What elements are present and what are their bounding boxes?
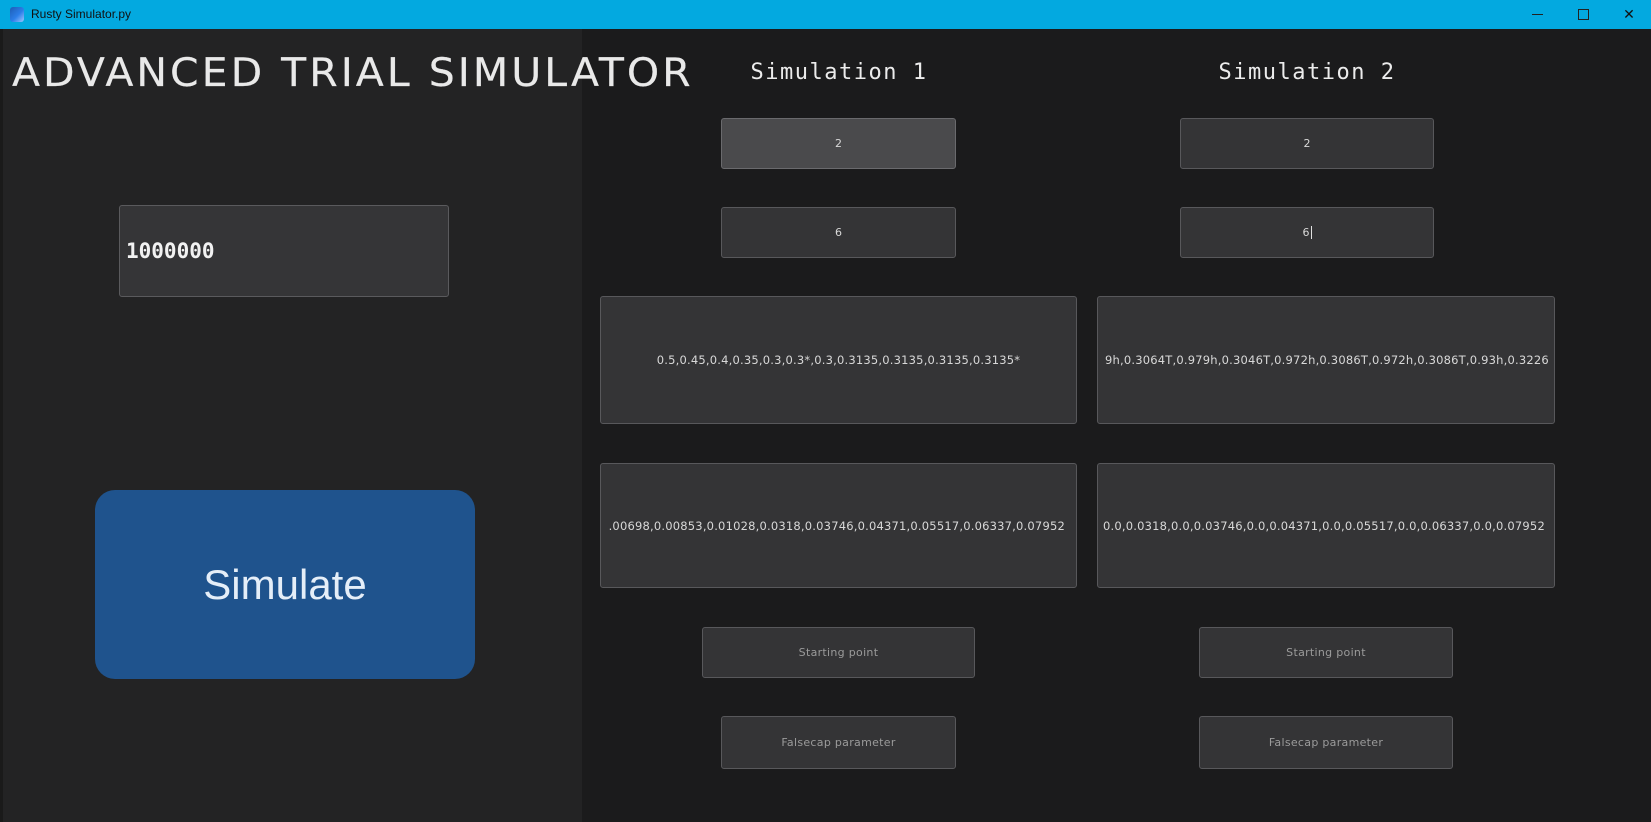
sim1-field-4[interactable]: .00698,0.00853,0.01028,0.0318,0.03746,0.… [600,463,1077,588]
sim1-field-2[interactable]: 6 [721,207,956,258]
simulate-button[interactable]: Simulate [95,490,475,679]
python-app-icon [10,7,24,22]
close-icon: ✕ [1623,6,1635,23]
minimize-button[interactable] [1514,0,1560,29]
sim2-field-2[interactable]: 6 [1180,207,1434,258]
sim2-field-1[interactable]: 2 [1180,118,1434,169]
left-edge-divider [0,29,3,822]
sim2-field-3[interactable]: 9h,0.3064T,0.979h,0.3046T,0.972h,0.3086T… [1097,296,1555,424]
minimize-icon [1531,14,1543,15]
app-window: Rusty Simulator.py ✕ ADVANCED TRIAL SIMU… [0,0,1651,822]
sim1-starting-point-input[interactable]: Starting point [702,627,975,678]
close-button[interactable]: ✕ [1606,0,1651,29]
sim2-falsecap-parameter-input[interactable]: Falsecap parameter [1199,716,1453,769]
title-bar: Rusty Simulator.py ✕ [0,0,1651,29]
sim1-field-3[interactable]: 0.5,0.45,0.4,0.35,0.3,0.3*,0.3,0.3135,0.… [600,296,1077,424]
maximize-icon [1577,9,1589,20]
trials-input[interactable]: 1000000 [119,205,449,297]
left-panel [0,29,582,822]
sim2-field-4[interactable]: 0.0,0.0318,0.0,0.03746,0.0,0.04371,0.0,0… [1097,463,1555,588]
simulation-2-heading: Simulation 2 [1218,60,1396,85]
simulation-1-heading: Simulation 1 [750,60,928,85]
sim2-field-2-value: 6 [1302,226,1310,239]
app-title: ADVANCED TRIAL SIMULATOR [12,50,694,96]
text-cursor [1310,226,1312,239]
maximize-button[interactable] [1560,0,1606,29]
window-title: Rusty Simulator.py [31,7,132,21]
sim1-falsecap-parameter-input[interactable]: Falsecap parameter [721,716,956,769]
sim1-field-1[interactable]: 2 [721,118,956,169]
sim2-starting-point-input[interactable]: Starting point [1199,627,1453,678]
